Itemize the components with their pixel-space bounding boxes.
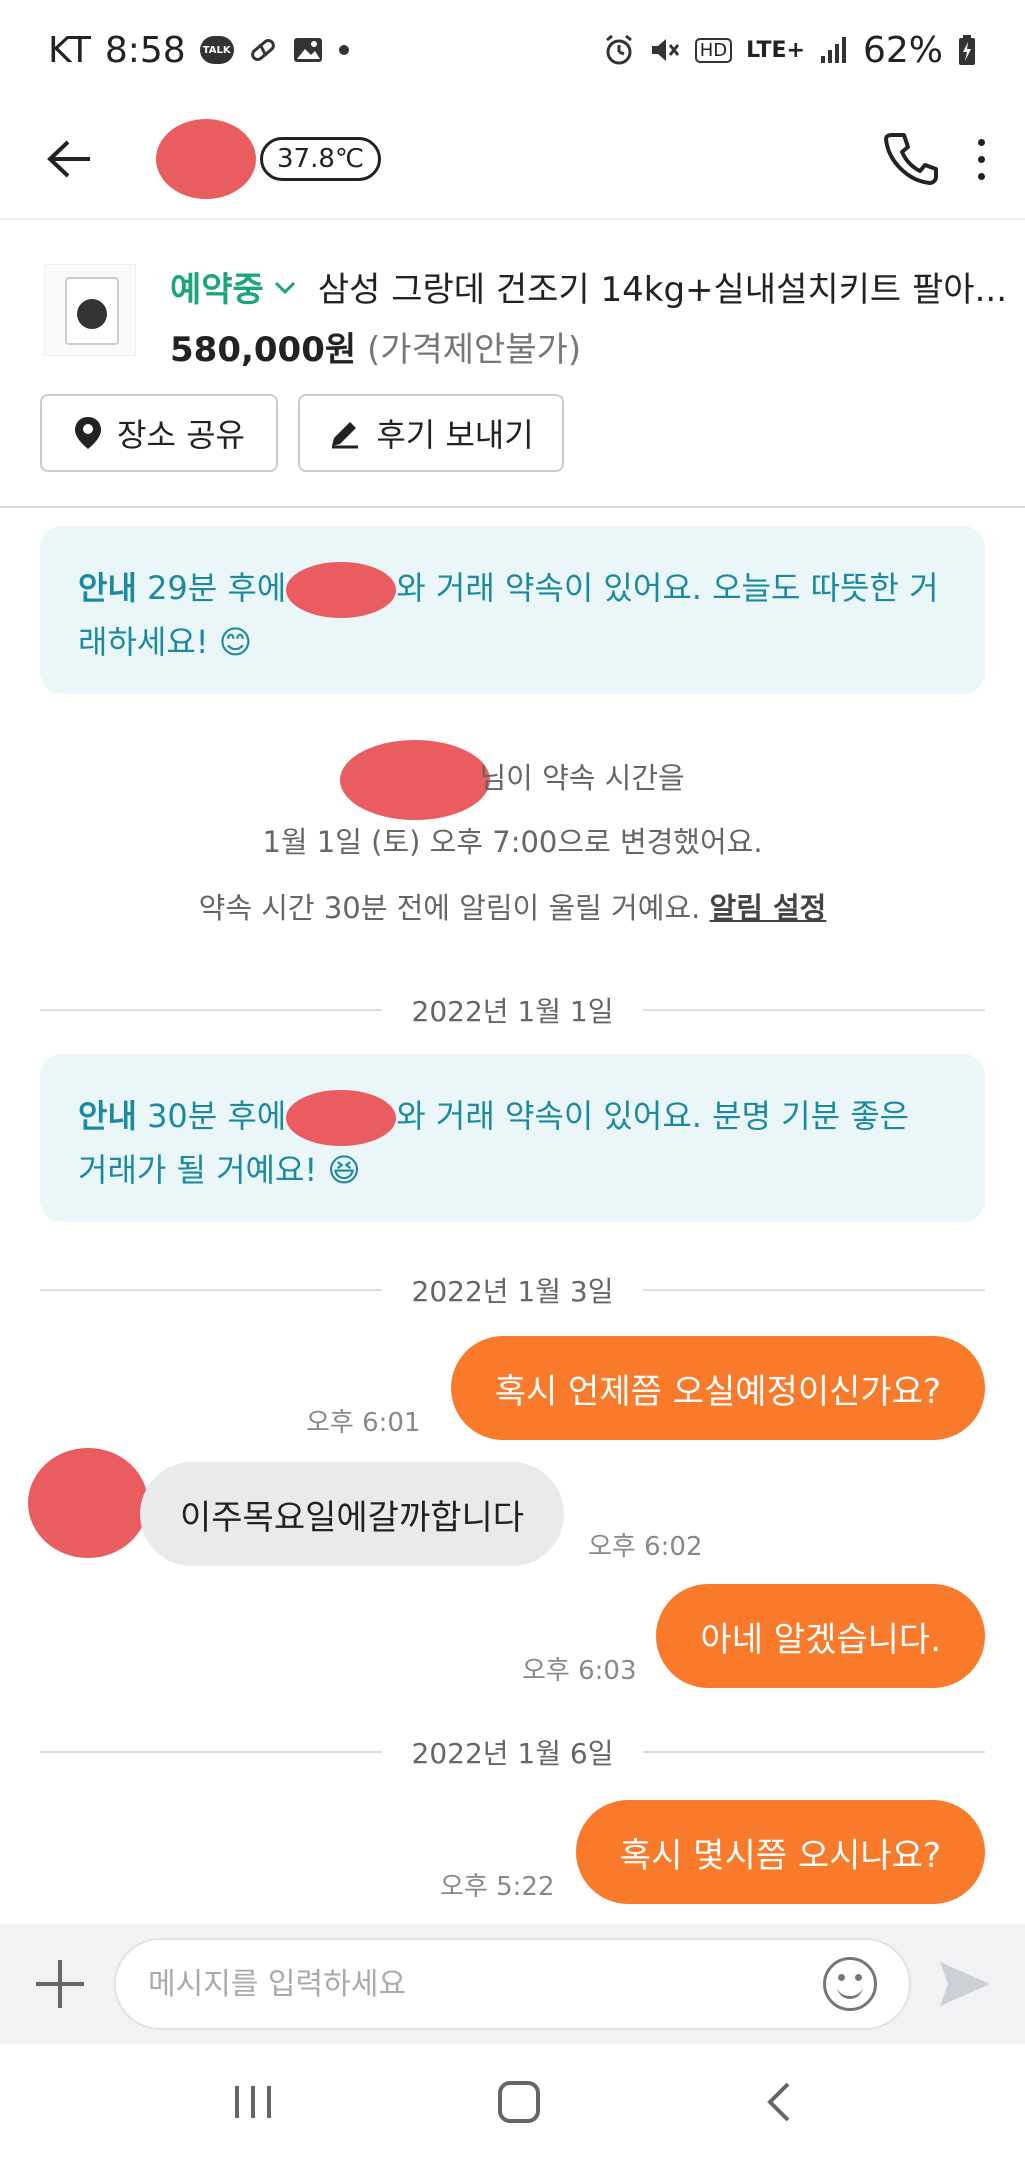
- message-input-bar: [0, 1924, 1025, 2044]
- location-pin-icon: [75, 417, 102, 449]
- dot-icon: [338, 44, 350, 56]
- sent-message-bubble[interactable]: 혹시 몇시쯤 오시나요?: [575, 1800, 985, 1904]
- battery-charging-icon: [957, 34, 977, 66]
- notice-message: 안내 29분 후에 와 거래 약속이 있어요. 오늘도 따뜻한 거래하세요! 😊: [40, 526, 985, 694]
- battery-percent: 62%: [862, 29, 943, 71]
- system-navigation-bar: [0, 2044, 1025, 2164]
- date-separator: 2022년 1월 6일: [40, 1732, 985, 1772]
- alarm-settings-link[interactable]: 알림 설정: [710, 891, 827, 925]
- kakaotalk-icon: TALK: [199, 36, 234, 64]
- system-message: 님이 약속 시간을 1월 1일 (토) 오후 7:00으로 변경했어요.: [0, 740, 1025, 864]
- send-button[interactable]: [935, 1954, 995, 2014]
- recent-apps-button[interactable]: [231, 2082, 275, 2126]
- notice-label: 안내: [78, 569, 137, 607]
- redacted-name: [340, 740, 491, 820]
- arrow-left-icon: [47, 140, 90, 178]
- date-separator: 2022년 1월 1일: [40, 990, 985, 1030]
- mute-icon: [649, 35, 681, 65]
- chat-messages[interactable]: 안내 29분 후에 와 거래 약속이 있어요. 오늘도 따뜻한 거래하세요! 😊 …: [0, 508, 1025, 1924]
- lte-icon: LTE+: [746, 37, 805, 63]
- chevron-left-icon: [767, 2082, 790, 2122]
- system-text: 님이 약속 시간을: [479, 761, 685, 795]
- date-label: 2022년 1월 1일: [411, 995, 614, 1028]
- clock: 8:58: [104, 29, 186, 71]
- message-input[interactable]: [148, 1966, 823, 2002]
- product-thumbnail[interactable]: [44, 264, 136, 356]
- redacted-username: [156, 119, 256, 199]
- product-title: 삼성 그랑데 건조기 14kg+실내설치키트 팔아...: [317, 270, 1007, 310]
- redacted-name: [286, 1090, 397, 1146]
- hd-voice-icon: HD: [694, 37, 733, 63]
- carrier-label: KT: [48, 29, 91, 71]
- message-field-container[interactable]: [114, 1938, 911, 2030]
- received-message-bubble[interactable]: 이주목요일에갈까합니다: [140, 1462, 565, 1566]
- call-button[interactable]: [882, 129, 938, 189]
- share-location-button[interactable]: 장소 공유: [40, 394, 278, 472]
- reservation-status[interactable]: 예약중: [170, 262, 264, 311]
- image-icon: [292, 35, 324, 65]
- message-time: 오후 6:01: [306, 1408, 421, 1438]
- notice-message: 안내 30분 후에 와 거래 약속이 있어요. 분명 기분 좋은 거래가 될 거예…: [40, 1054, 985, 1222]
- pill-icon: [248, 35, 278, 65]
- share-location-label: 장소 공유: [117, 416, 245, 454]
- notice-text: 29분 후에: [136, 569, 287, 607]
- system-text: 1월 1일 (토) 오후 7:00으로 변경했어요.: [262, 825, 763, 859]
- date-separator: 2022년 1월 3일: [40, 1270, 985, 1310]
- date-label: 2022년 1월 6일: [411, 1737, 614, 1770]
- message-time: 오후 5:22: [440, 1872, 555, 1902]
- notice-text: 30분 후에: [136, 1097, 287, 1135]
- redacted-avatar: [28, 1448, 148, 1558]
- message-time: 오후 6:02: [588, 1532, 703, 1562]
- home-icon: [498, 2081, 541, 2123]
- notice-label: 안내: [78, 1097, 137, 1135]
- emoji-icon[interactable]: [823, 1957, 877, 2011]
- alarm-icon: [603, 34, 635, 66]
- product-card[interactable]: 예약중 삼성 그랑데 건조기 14kg+실내설치키트 팔아... 580,000…: [0, 222, 1025, 508]
- system-text: 약속 시간 30분 전에 알림이 울릴 거예요.: [198, 891, 710, 925]
- back-button[interactable]: [40, 129, 100, 189]
- redacted-name: [286, 562, 397, 618]
- chevron-down-icon[interactable]: [274, 272, 296, 302]
- send-review-button[interactable]: 후기 보내기: [298, 394, 564, 472]
- sent-message-bubble[interactable]: 혹시 언제쯤 오실예정이신가요?: [450, 1336, 985, 1440]
- price-note: (가격제안불가): [366, 330, 582, 370]
- phone-icon: [884, 133, 938, 185]
- message-time: 오후 6:03: [522, 1656, 637, 1686]
- pencil-icon: [332, 422, 359, 449]
- send-icon: [940, 1962, 990, 2006]
- status-bar: KT 8:58 TALK HD LTE+ 62%: [0, 0, 1025, 100]
- system-back-button[interactable]: [764, 2080, 794, 2128]
- chat-header: 37.8℃: [0, 100, 1025, 220]
- date-label: 2022년 1월 3일: [411, 1275, 614, 1308]
- sent-message-bubble[interactable]: 아네 알겠습니다.: [656, 1584, 985, 1688]
- product-price: 580,000원: [170, 330, 357, 370]
- signal-icon: [819, 36, 849, 64]
- more-options-button[interactable]: [978, 138, 985, 180]
- system-message: 약속 시간 30분 전에 알림이 울릴 거예요. 알림 설정: [0, 886, 1025, 930]
- recent-apps-icon: [234, 2086, 271, 2118]
- attach-plus-button[interactable]: [30, 1954, 90, 2014]
- home-button[interactable]: [496, 2079, 542, 2129]
- manner-temperature-badge: 37.8℃: [260, 137, 382, 181]
- send-review-label: 후기 보내기: [376, 416, 534, 454]
